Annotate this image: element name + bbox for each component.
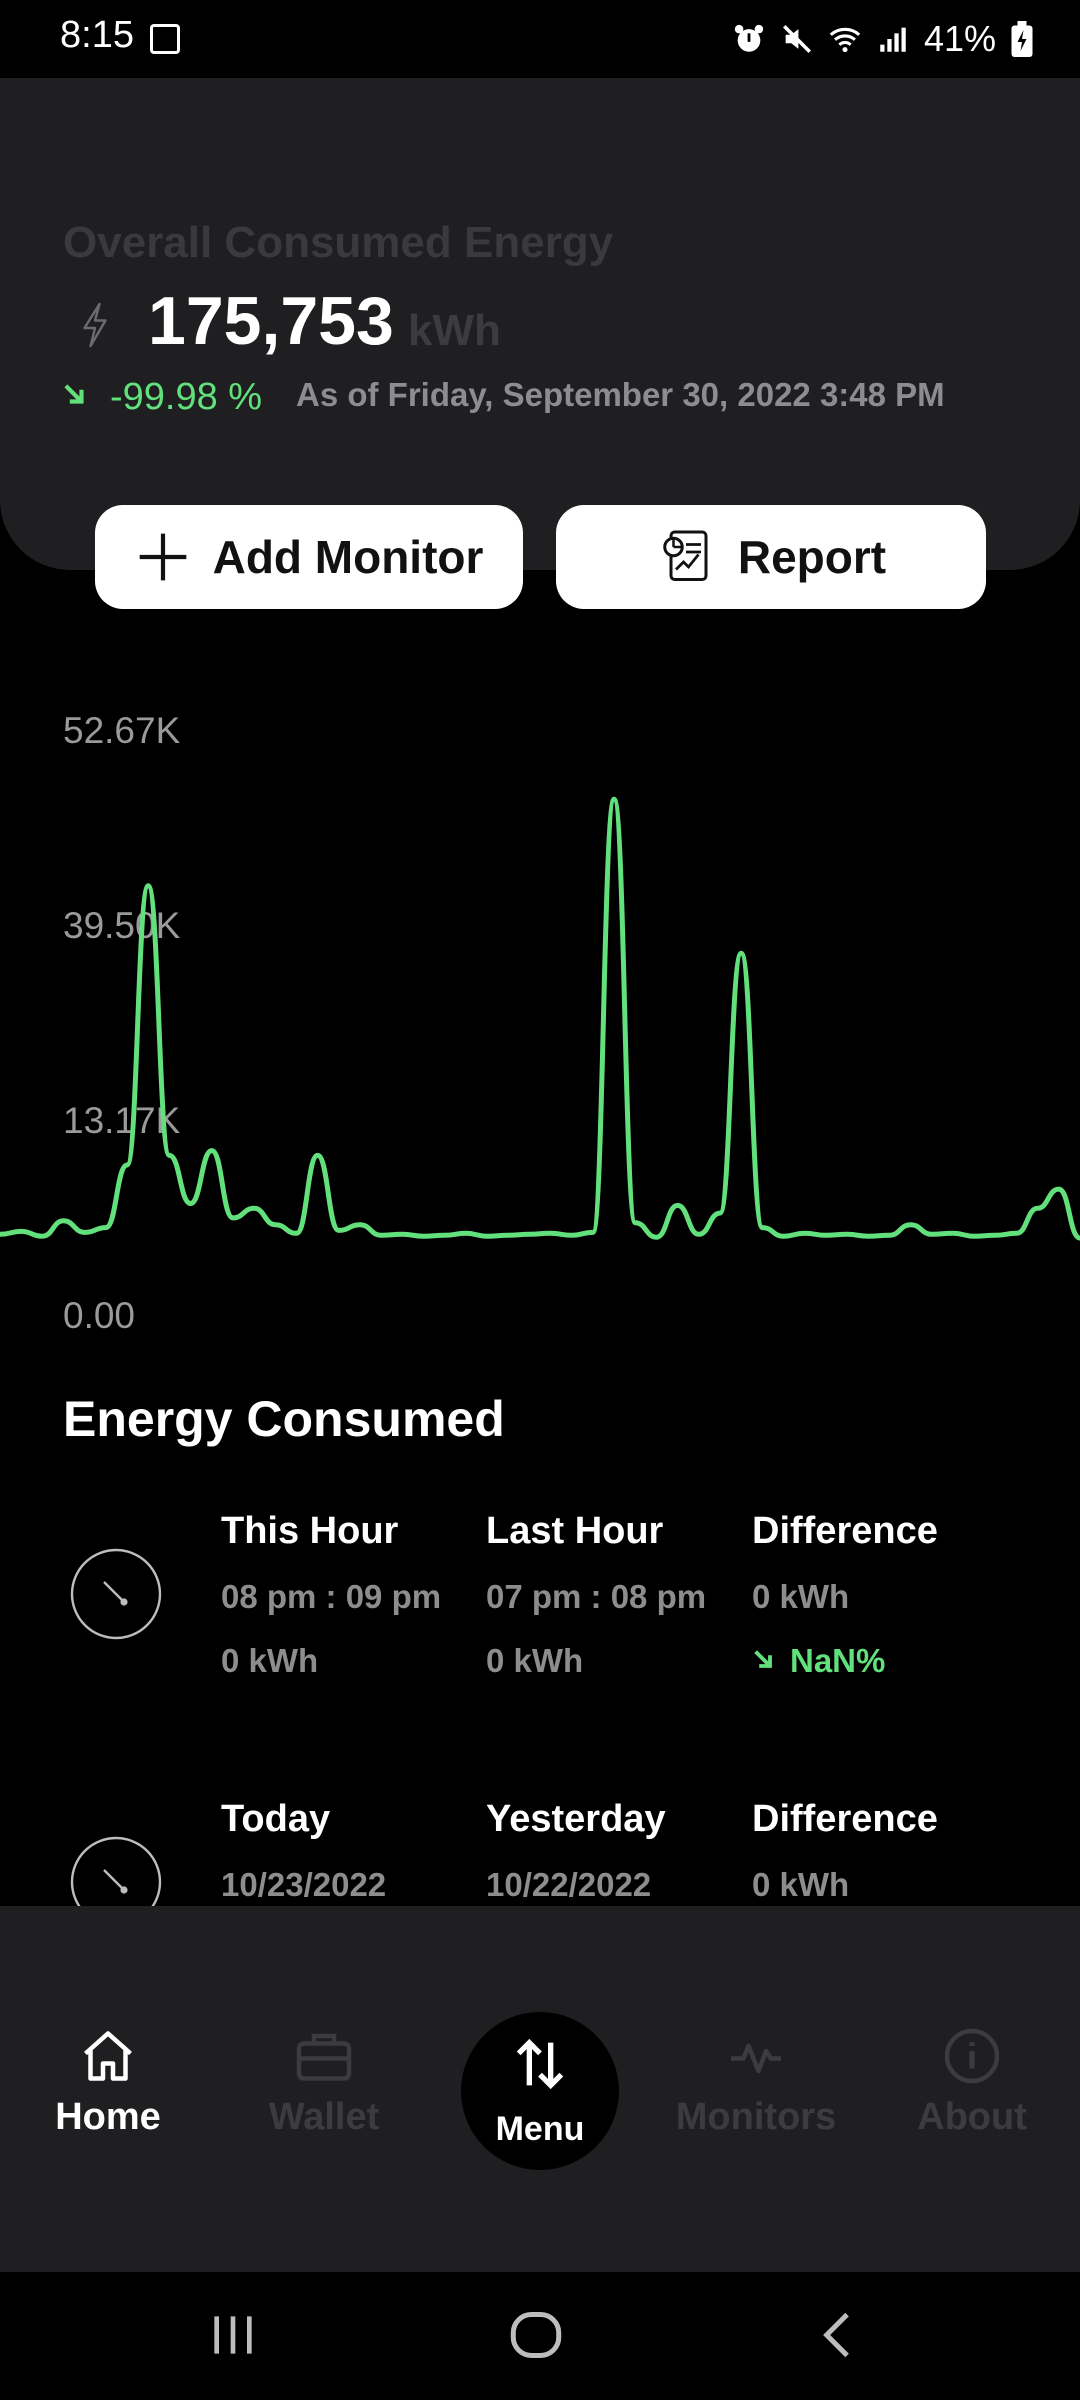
- change-percent: -99.98 %: [110, 376, 263, 418]
- nav-about[interactable]: About: [882, 2026, 1062, 2139]
- gauge-icon: [70, 1548, 162, 1640]
- difference-label: Difference: [752, 1510, 938, 1552]
- wifi-icon: [829, 27, 861, 53]
- this-hour-label: This Hour: [221, 1510, 399, 1552]
- yesterday-date: 10/22/2022: [486, 1866, 652, 1903]
- sort-arrows-icon: [516, 2038, 564, 2090]
- this-hour-range: 08 pm : 09 pm: [221, 1578, 442, 1615]
- yesterday-label: Yesterday: [486, 1798, 666, 1840]
- energy-unit: kWh: [408, 306, 501, 355]
- this-hour-value: 0 kWh: [221, 1642, 319, 1679]
- signal-icon: [880, 27, 906, 52]
- down-right-arrow-icon: [64, 384, 84, 404]
- nav-label: Wallet: [268, 2096, 380, 2138]
- status-icons: 41%: [732, 14, 1034, 64]
- energy-line-chart: 52.67K 39.50K 13.17K 0.00: [0, 690, 1080, 1350]
- last-hour-value: 0 kWh: [486, 1642, 584, 1679]
- recents-icon[interactable]: [205, 2310, 261, 2360]
- difference-value: 0 kWh: [752, 1578, 850, 1615]
- status-bar: 8:15 41%: [0, 0, 1080, 78]
- today-label: Today: [221, 1798, 331, 1840]
- battery-percent: 41%: [923, 18, 996, 59]
- add-monitor-button[interactable]: Add Monitor: [95, 505, 523, 609]
- difference-value: 0 kWh: [752, 1866, 850, 1903]
- nav-label: Home: [55, 2096, 161, 2138]
- difference-label: Difference: [752, 1798, 938, 1840]
- info-icon: [944, 2028, 1000, 2084]
- down-right-arrow-icon: [754, 1650, 772, 1668]
- last-hour-label: Last Hour: [486, 1510, 664, 1552]
- plus-icon: [139, 533, 186, 581]
- energy-value: 175,753: [148, 283, 394, 359]
- nav-label: Menu: [495, 2110, 585, 2148]
- nav-home[interactable]: Home: [18, 2026, 198, 2139]
- home-circle-icon[interactable]: [508, 2310, 564, 2360]
- report-button[interactable]: Report: [556, 505, 986, 609]
- mute-icon: [782, 24, 811, 54]
- status-time: 8:15: [60, 14, 134, 56]
- home-icon: [84, 2031, 132, 2081]
- as-of-date: As of Friday, September 30, 2022 3:48 PM: [296, 376, 945, 413]
- nav-label: About: [917, 2096, 1027, 2138]
- last-hour-range: 07 pm : 08 pm: [486, 1578, 707, 1615]
- wallet-icon: [296, 2033, 352, 2081]
- nav-wallet[interactable]: Wallet: [234, 2026, 414, 2139]
- bolt-icon: [83, 302, 107, 348]
- chart-plot: [0, 796, 1080, 1241]
- difference-percent: NaN%: [790, 1642, 886, 1679]
- gallery-icon: [150, 24, 180, 54]
- nav-monitors[interactable]: Monitors: [666, 2026, 846, 2139]
- add-monitor-label: Add Monitor: [212, 531, 484, 583]
- nav-label: Monitors: [675, 2096, 837, 2138]
- back-icon[interactable]: [818, 2310, 858, 2360]
- series-line: [0, 796, 1080, 1241]
- alarm-icon: [734, 24, 764, 52]
- header-title: Overall Consumed Energy: [63, 218, 614, 267]
- today-date: 10/23/2022: [221, 1866, 387, 1903]
- report-label: Report: [737, 531, 887, 583]
- report-icon: [663, 530, 708, 581]
- battery-charging-icon: [1011, 21, 1033, 57]
- section-title: Energy Consumed: [63, 1391, 505, 1447]
- system-nav: [0, 2272, 1080, 2400]
- pulse-icon: [731, 2043, 781, 2074]
